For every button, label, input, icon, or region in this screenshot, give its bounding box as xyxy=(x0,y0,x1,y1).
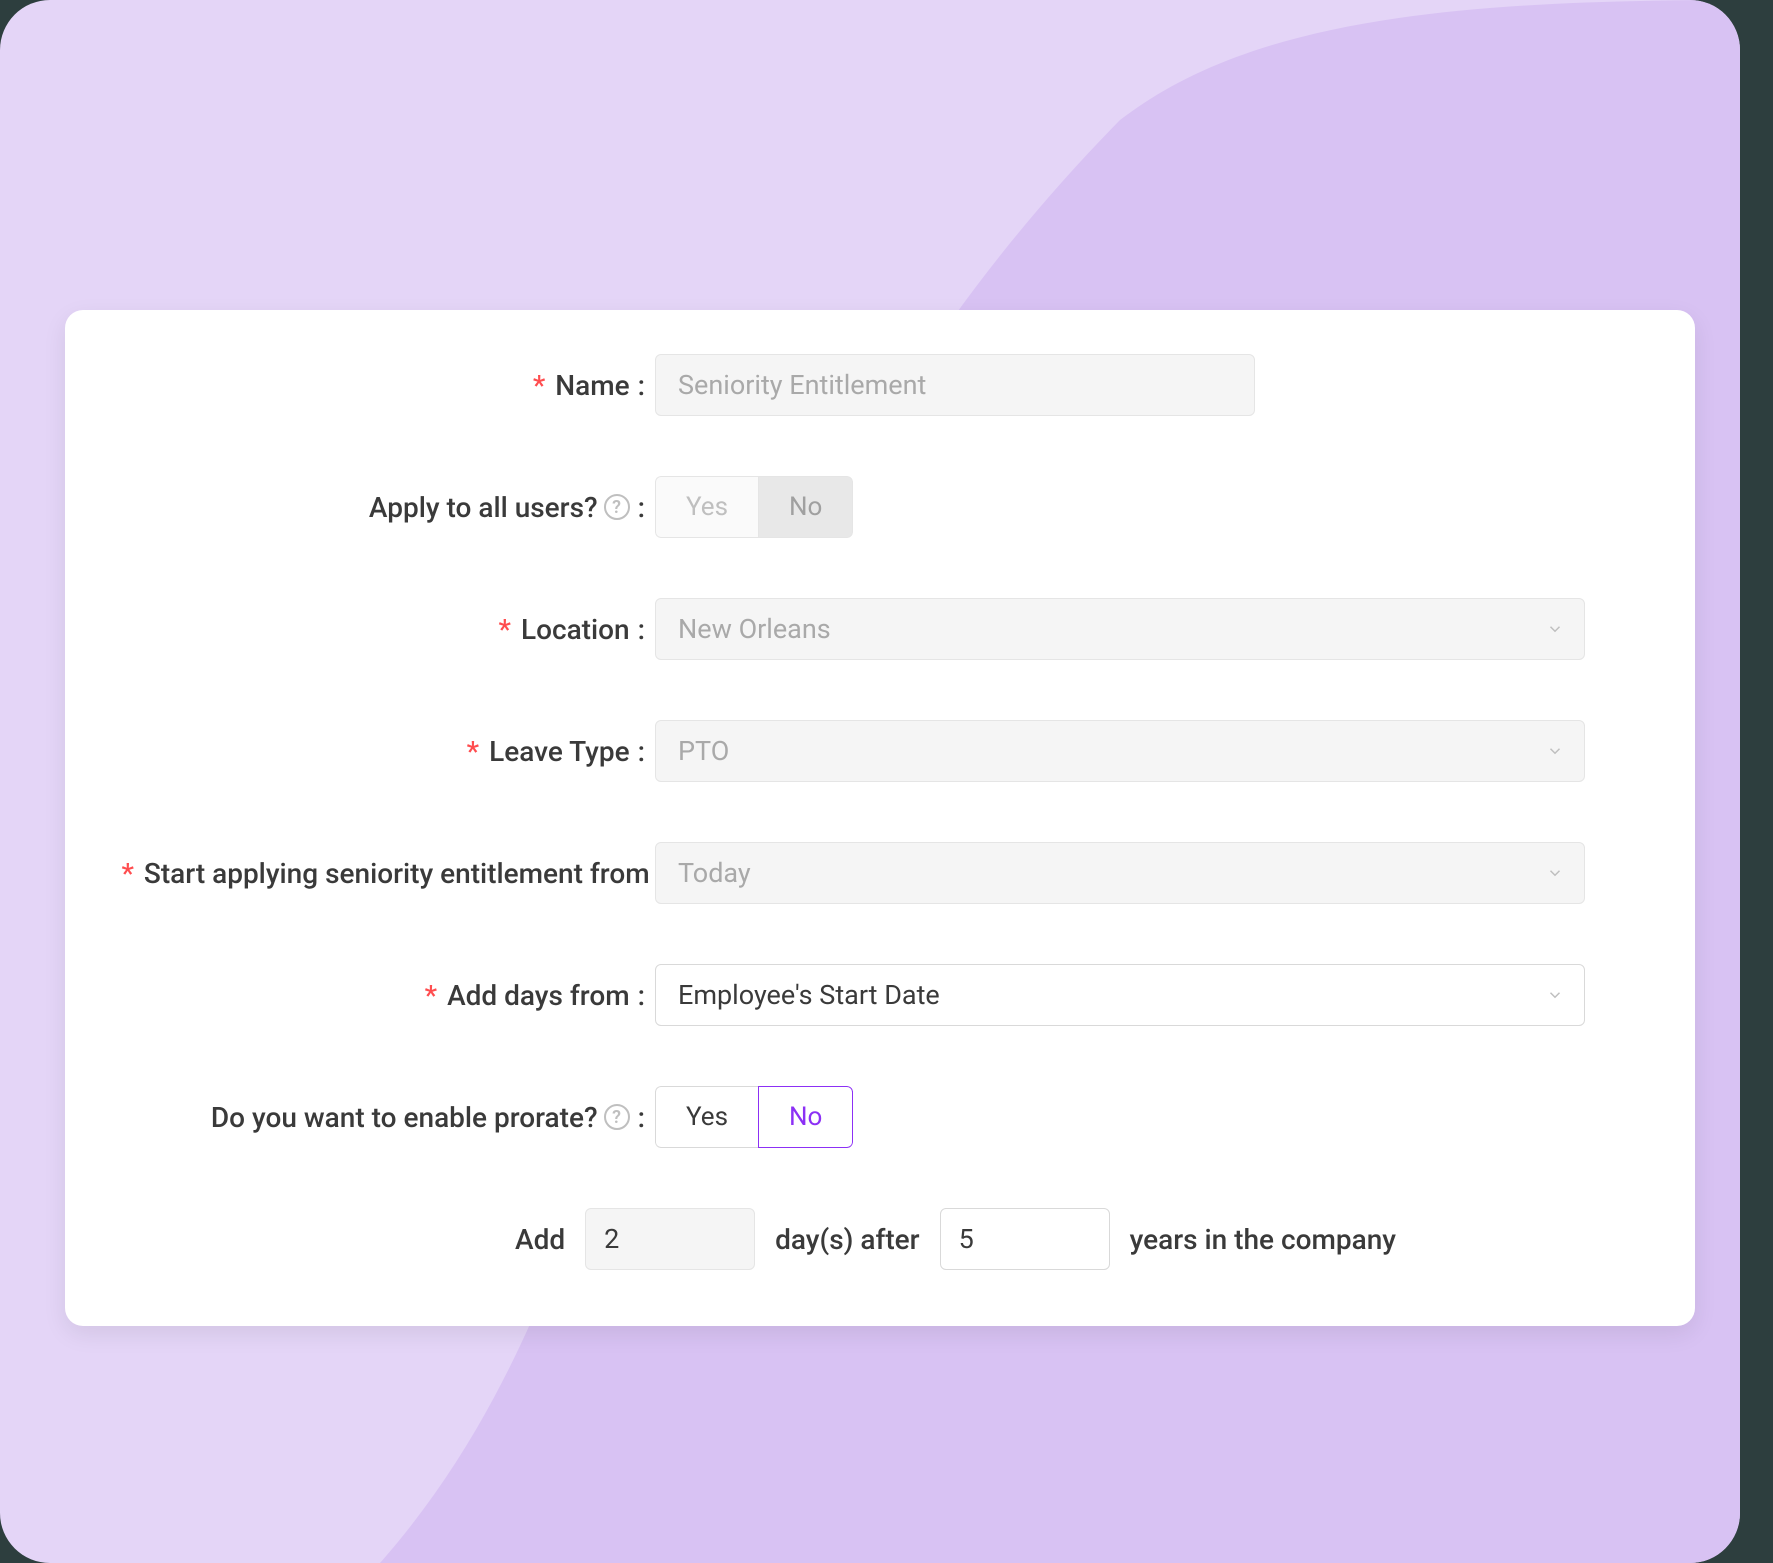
help-icon[interactable]: ? xyxy=(604,494,630,520)
label-apply-all: Apply to all users? ? : xyxy=(75,491,655,524)
label-name: * Name : xyxy=(75,369,655,402)
label-leave-type: * Leave Type : xyxy=(75,735,655,768)
add-from-value: Employee's Start Date xyxy=(678,979,940,1011)
chevron-down-icon xyxy=(1546,620,1564,638)
location-select[interactable]: New Orleans xyxy=(655,598,1585,660)
row-apply-all: Apply to all users? ? : Yes No xyxy=(75,476,1635,538)
row-add-from: * Add days from : Employee's Start Date xyxy=(75,964,1635,1026)
label-start-from: * Start applying seniority entitlement f… xyxy=(75,857,675,890)
leave-type-value: PTO xyxy=(678,735,729,767)
help-icon[interactable]: ? xyxy=(604,1104,630,1130)
prorate-no[interactable]: No xyxy=(758,1086,853,1148)
label-prorate: Do you want to enable prorate? ? : xyxy=(75,1101,655,1134)
prorate-toggle: Yes No xyxy=(655,1086,853,1148)
start-from-value: Today xyxy=(678,857,751,889)
chevron-down-icon xyxy=(1546,864,1564,882)
row-sentence: Add day(s) after years in the company xyxy=(75,1208,1635,1270)
location-value: New Orleans xyxy=(678,613,831,645)
chevron-down-icon xyxy=(1546,986,1564,1004)
form-card: * Name : Apply to all users? ? : Yes xyxy=(65,310,1695,1326)
leave-type-select[interactable]: PTO xyxy=(655,720,1585,782)
days-input[interactable] xyxy=(585,1208,755,1270)
apply-all-no[interactable]: No xyxy=(758,476,853,538)
start-from-select[interactable]: Today xyxy=(655,842,1585,904)
name-input[interactable] xyxy=(655,354,1255,416)
row-prorate: Do you want to enable prorate? ? : Yes N… xyxy=(75,1086,1635,1148)
row-leave-type: * Leave Type : PTO xyxy=(75,720,1635,782)
row-start-from: * Start applying seniority entitlement f… xyxy=(75,842,1635,904)
sentence-tail: years in the company xyxy=(1130,1223,1396,1256)
row-location: * Location : New Orleans xyxy=(75,598,1635,660)
add-from-select[interactable]: Employee's Start Date xyxy=(655,964,1585,1026)
sentence-add: Add xyxy=(515,1223,565,1256)
chevron-down-icon xyxy=(1546,742,1564,760)
apply-all-toggle: Yes No xyxy=(655,476,853,538)
label-location: * Location : xyxy=(75,613,655,646)
years-input[interactable] xyxy=(940,1208,1110,1270)
row-name: * Name : xyxy=(75,354,1635,416)
label-add-from: * Add days from : xyxy=(75,979,655,1012)
prorate-yes[interactable]: Yes xyxy=(655,1086,758,1148)
apply-all-yes[interactable]: Yes xyxy=(655,476,758,538)
sentence-mid: day(s) after xyxy=(775,1223,919,1256)
